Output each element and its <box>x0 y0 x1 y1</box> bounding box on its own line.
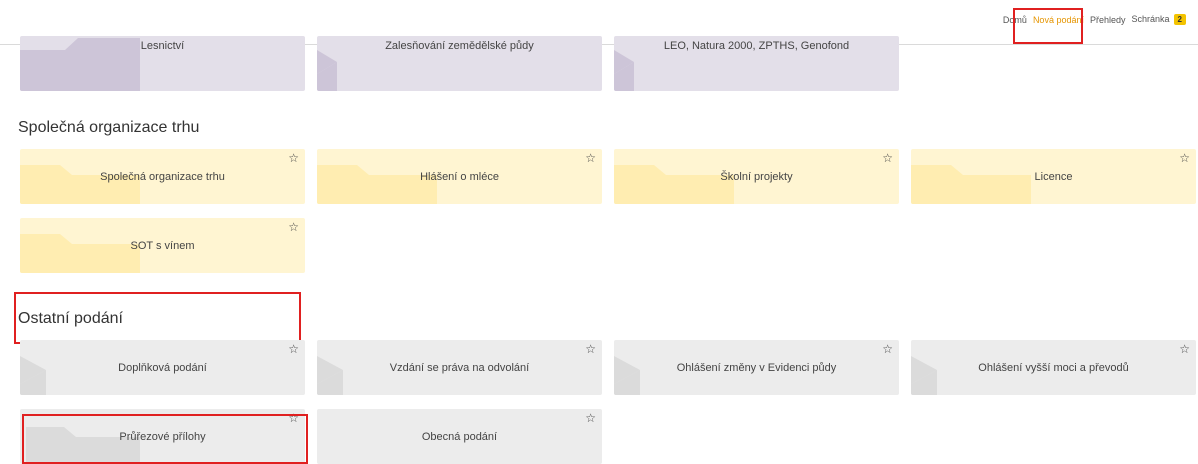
tile-school-projects[interactable]: ☆ Školní projekty <box>614 149 899 204</box>
tile-sot-wine[interactable]: ☆ SOT s vínem <box>20 218 305 273</box>
tile-label: Školní projekty <box>720 170 793 183</box>
tile-label: LEO, Natura 2000, ZPTHS, Genofond <box>663 40 850 52</box>
tile-leo-natura[interactable]: LEO, Natura 2000, ZPTHS, Genofond <box>614 36 899 91</box>
top-nav: Domů Nová podání Přehledy Schránka 2 <box>997 14 1186 25</box>
nav-item-inbox-label: Schránka <box>1131 14 1170 24</box>
tile-label: Lesnictví <box>140 40 185 52</box>
nav-item-new-submission[interactable]: Nová podání <box>1033 15 1084 25</box>
tile-cross-sectional-attachments[interactable]: ☆ Průřezové přílohy <box>20 409 305 464</box>
tile-general-submissions[interactable]: ☆ Obecná podání <box>317 409 602 464</box>
nav-item-home[interactable]: Domů <box>1003 15 1027 25</box>
tile-land-registry-change[interactable]: ☆ Ohlášení změny v Evidenci půdy <box>614 340 899 395</box>
tile-afforestation[interactable]: Zalesňování zemědělské půdy <box>317 36 602 91</box>
tile-label: Společná organizace trhu <box>100 170 225 183</box>
tile-label: Obecná podání <box>421 430 498 443</box>
nav-item-overviews[interactable]: Přehledy <box>1090 15 1126 25</box>
tile-milk-report[interactable]: ☆ Hlášení o mléce <box>317 149 602 204</box>
tile-label: SOT s vínem <box>130 239 195 252</box>
section-title-other-submissions: Ostatní podání <box>18 310 123 327</box>
nav-item-inbox[interactable]: Schránka 2 <box>1132 14 1186 25</box>
tile-label: Ohlášení změny v Evidenci půdy <box>676 361 837 374</box>
tile-supplementary-submissions[interactable]: ☆ Doplňková podání <box>20 340 305 395</box>
tile-label: Licence <box>1034 170 1073 183</box>
tile-force-majeure[interactable]: ☆ Ohlášení vyšší moci a převodů <box>911 340 1196 395</box>
tile-label: Ohlášení vyšší moci a převodů <box>978 361 1129 374</box>
tile-common-market-organization[interactable]: ☆ Společná organizace trhu <box>20 149 305 204</box>
tile-label: Hlášení o mléce <box>420 170 499 183</box>
tile-label: Průřezové přílohy <box>119 430 206 443</box>
section-title-market-organization: Společná organizace trhu <box>18 119 200 136</box>
inbox-count-badge: 2 <box>1173 14 1186 25</box>
tile-licences[interactable]: ☆ Licence <box>911 149 1196 204</box>
tile-label: Vzdání se práva na odvolání <box>389 361 530 374</box>
tile-waiver-of-appeal[interactable]: ☆ Vzdání se práva na odvolání <box>317 340 602 395</box>
tile-label: Zalesňování zemědělské půdy <box>385 40 534 52</box>
tile-label: Doplňková podání <box>118 361 207 374</box>
tile-forestry[interactable]: Lesnictví <box>20 36 305 91</box>
